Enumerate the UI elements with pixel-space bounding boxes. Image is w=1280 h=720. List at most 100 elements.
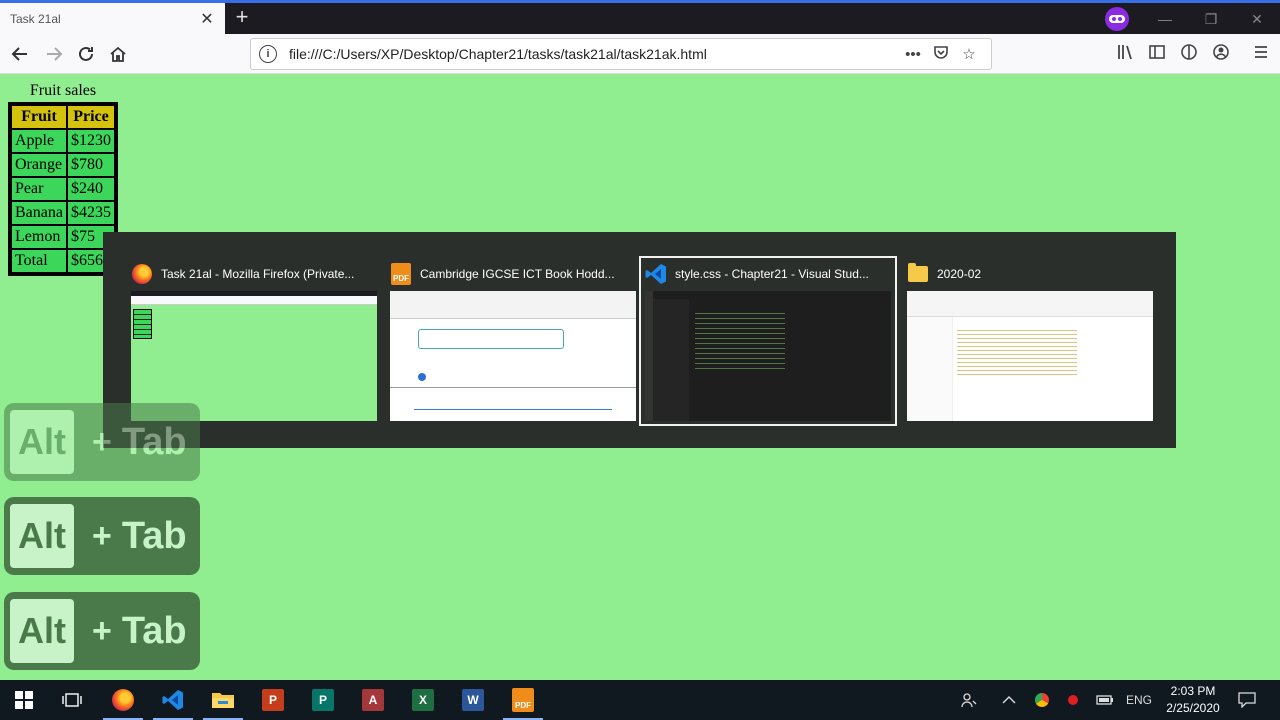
url-bar[interactable]: i file:///C:/Users/XP/Desktop/Chapter21/… [250, 38, 992, 70]
url-text[interactable]: file:///C:/Users/XP/Desktop/Chapter21/ta… [289, 46, 899, 62]
fruit-cell: Total [11, 249, 67, 273]
new-tab-button[interactable]: + [230, 5, 254, 31]
restore-button[interactable]: ❐ [1188, 7, 1234, 33]
home-icon [110, 46, 126, 62]
page-actions-icon[interactable]: ••• [899, 46, 927, 63]
taskbar-access[interactable]: A [349, 680, 397, 720]
taskbar-pdf-reader[interactable]: PDF [499, 680, 547, 720]
home-button[interactable] [104, 40, 132, 68]
navigation-toolbar: i file:///C:/Users/XP/Desktop/Chapter21/… [0, 34, 1280, 74]
firefox-icon [112, 689, 134, 711]
tab-title: Task 21al [10, 11, 61, 26]
price-cell: $780 [66, 153, 115, 177]
back-button[interactable] [6, 40, 34, 68]
powerpoint-icon: P [262, 689, 284, 711]
table-row: Orange $780 [11, 153, 115, 177]
price-cell: $4235 [66, 201, 115, 225]
table-row-total: Total $6560 [11, 249, 115, 273]
windows-logo-icon [15, 691, 33, 709]
tab-close-icon[interactable]: ✕ [199, 9, 215, 29]
record-tray-icon[interactable] [1062, 680, 1084, 720]
taskbar-word[interactable]: W [449, 680, 497, 720]
window-title: Cambridge IGCSE ICT Book Hodd... [420, 267, 615, 281]
fruit-cell: Lemon [11, 225, 67, 249]
browser-tab[interactable]: Task 21al ✕ [0, 3, 225, 34]
library-icon[interactable] [1114, 43, 1136, 65]
taskbar-excel[interactable]: X [399, 680, 447, 720]
keystroke-overlay: Alt + Tab [4, 403, 200, 481]
taskbar-firefox[interactable] [99, 680, 147, 720]
forward-button[interactable] [40, 40, 68, 68]
header-price: Price [66, 105, 115, 129]
private-browsing-icon [1105, 7, 1129, 31]
account-icon[interactable] [1210, 43, 1232, 65]
folder-icon [907, 263, 929, 285]
hamburger-menu-icon[interactable] [1250, 43, 1272, 65]
people-icon[interactable] [956, 680, 982, 720]
excel-icon: X [412, 689, 434, 711]
pocket-icon[interactable] [927, 44, 955, 64]
task-view-icon [62, 693, 82, 707]
alt-key: Alt [10, 504, 74, 568]
window-title: style.css - Chapter21 - Visual Stud... [675, 267, 869, 281]
forward-arrow-icon [47, 47, 63, 61]
plus-sign: + [92, 516, 112, 555]
battery-icon[interactable] [1092, 680, 1118, 720]
taskbar-vscode[interactable] [149, 680, 197, 720]
tab-key: Tab [121, 420, 187, 463]
table-caption: Fruit sales [29, 82, 97, 99]
plus-sign: + [92, 422, 112, 461]
keystroke-overlay: Alt + Tab [4, 497, 200, 575]
fruit-cell: Pear [11, 177, 67, 201]
window-title: 2020-02 [937, 267, 982, 281]
pdf-reader-icon: PDF [512, 688, 534, 712]
table-row: Lemon $75 [11, 225, 115, 249]
site-info-icon[interactable]: i [259, 45, 277, 63]
action-center-icon[interactable] [1234, 680, 1260, 720]
tab-key: Tab [121, 609, 187, 652]
price-cell: $240 [66, 177, 115, 201]
taskbar-file-explorer[interactable] [199, 680, 247, 720]
table-row: Pear $240 [11, 177, 115, 201]
file-explorer-icon [212, 693, 234, 708]
window-thumbnail [390, 291, 636, 421]
vscode-icon [645, 263, 667, 285]
alt-tab-switcher: Task 21al - Mozilla Firefox (Private... … [103, 232, 1176, 448]
minimize-button[interactable]: — [1142, 7, 1188, 33]
browser-titlebar: Task 21al ✕ + — ❐ ✕ [0, 0, 1280, 34]
show-hidden-icons-chevron-icon[interactable] [996, 680, 1022, 720]
system-clock[interactable]: 2:03 PM 2/25/2020 [1160, 683, 1226, 717]
start-button[interactable] [0, 680, 48, 720]
window-thumbnail [131, 291, 377, 421]
publisher-icon: P [312, 689, 334, 711]
fruit-cell: Orange [11, 153, 67, 177]
tab-key: Tab [121, 514, 187, 557]
alt-key: Alt [10, 599, 74, 663]
reload-icon [79, 46, 93, 61]
sidebar-icon[interactable] [1146, 43, 1168, 65]
switcher-window-vscode[interactable]: style.css - Chapter21 - Visual Stud... [639, 256, 897, 426]
switcher-window-pdf[interactable]: PDF Cambridge IGCSE ICT Book Hodd... [384, 256, 642, 426]
fruit-cell: Apple [11, 129, 67, 153]
taskbar-powerpoint[interactable]: P [249, 680, 297, 720]
window-thumbnail [907, 291, 1153, 421]
pdf-reader-icon: PDF [390, 263, 412, 285]
firefox-icon [131, 263, 153, 285]
switcher-window-firefox[interactable]: Task 21al - Mozilla Firefox (Private... [125, 256, 383, 426]
vscode-icon [162, 690, 183, 710]
task-view-button[interactable] [48, 680, 96, 720]
extension-icon[interactable] [1178, 43, 1200, 65]
keystroke-overlay: Alt + Tab [4, 592, 200, 670]
taskbar-publisher[interactable]: P [299, 680, 347, 720]
table-row: Apple $1230 [11, 129, 115, 153]
clock-time: 2:03 PM [1170, 684, 1216, 698]
chrome-tray-icon[interactable] [1030, 680, 1054, 720]
price-cell: $1230 [66, 129, 115, 153]
fruit-cell: Banana [11, 201, 67, 225]
language-indicator[interactable]: ENG [1124, 680, 1154, 720]
reload-button[interactable] [72, 40, 100, 68]
close-window-button[interactable]: ✕ [1234, 7, 1280, 33]
switcher-window-explorer[interactable]: 2020-02 [901, 256, 1159, 426]
windows-taskbar: P P A X W PDF ENG 2:03 PM 2/25/2020 [0, 680, 1280, 720]
bookmark-star-icon[interactable]: ☆ [955, 45, 983, 63]
